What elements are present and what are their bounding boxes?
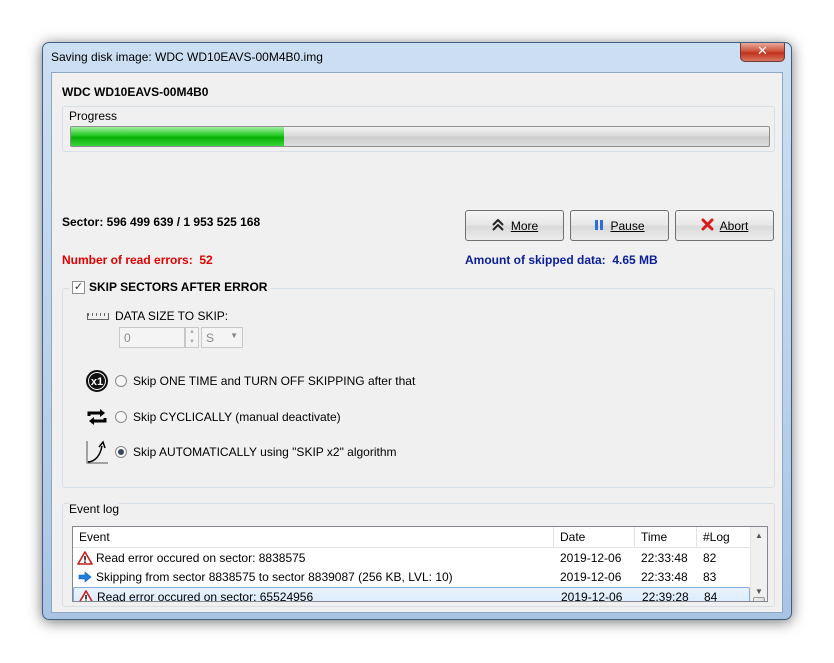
x1-icon: x1 bbox=[85, 369, 109, 393]
window-title: Saving disk image: WDC WD10EAVS-00M4B0.i… bbox=[51, 50, 323, 64]
spin-up-icon[interactable]: ▲ bbox=[186, 328, 198, 338]
cycle-icon bbox=[85, 405, 109, 429]
progress-bar bbox=[70, 126, 770, 147]
read-errors-value: 52 bbox=[199, 253, 213, 267]
skipped-data-readout: Amount of skipped data: 4.65 MB bbox=[465, 253, 658, 267]
chevron-down-icon: ▼ bbox=[230, 331, 238, 340]
event-log-table[interactable]: Event Date Time #Log Read error occured … bbox=[72, 526, 768, 602]
scroll-down-icon[interactable]: ▼ bbox=[751, 584, 767, 600]
progress-bar-fill bbox=[71, 127, 284, 146]
double-chevron-up-icon bbox=[491, 218, 505, 233]
progress-label: Progress bbox=[69, 109, 118, 123]
close-button[interactable]: ✕ bbox=[740, 43, 785, 62]
unit-select[interactable]: S ▼ bbox=[201, 327, 243, 348]
skipped-data-value: 4.65 MB bbox=[612, 253, 658, 267]
pause-button-label: Pause bbox=[610, 218, 645, 233]
column-header-event[interactable]: Event bbox=[73, 527, 554, 548]
table-row[interactable]: Read error occured on sector: 65524956 20… bbox=[73, 587, 750, 602]
skip-sectors-label: SKIP SECTORS AFTER ERROR bbox=[89, 280, 268, 294]
cell-time: 22:39:28 bbox=[642, 590, 689, 602]
more-button-label: More bbox=[510, 218, 539, 233]
unit-select-value: S bbox=[206, 331, 215, 345]
red-x-icon bbox=[701, 218, 714, 233]
skipped-data-label: Amount of skipped data: bbox=[465, 253, 606, 267]
warning-icon bbox=[77, 551, 93, 565]
cell-log: 83 bbox=[703, 570, 717, 584]
abort-button-label: Abort bbox=[719, 218, 749, 233]
skip-option-automatically[interactable]: Skip AUTOMATICALLY using "SKIP x2" algor… bbox=[85, 440, 397, 464]
column-header-date[interactable]: Date bbox=[554, 527, 635, 548]
data-size-row: DATA SIZE TO SKIP: bbox=[87, 309, 228, 323]
skip-option-cyclically-radio[interactable] bbox=[115, 411, 127, 423]
dialog-client-area: WDC WD10EAVS-00M4B0 Progress Sector: 596… bbox=[51, 72, 783, 613]
cell-date: 2019-12-06 bbox=[560, 551, 622, 565]
cell-date: 2019-12-06 bbox=[561, 590, 623, 602]
more-button[interactable]: More bbox=[465, 210, 564, 241]
skip-option-one-time-radio[interactable] bbox=[115, 375, 127, 387]
event-log-label: Event log bbox=[69, 502, 120, 516]
read-errors-readout: Number of read errors: 52 bbox=[62, 253, 213, 267]
ruler-icon bbox=[87, 312, 109, 320]
pause-button[interactable]: Pause bbox=[570, 210, 669, 241]
skip-sectors-header[interactable]: ✓ SKIP SECTORS AFTER ERROR bbox=[69, 280, 271, 294]
skip-option-cyclically-label: Skip CYCLICALLY (manual deactivate) bbox=[133, 410, 341, 424]
cell-event: Read error occured on sector: 65524956 bbox=[97, 590, 314, 602]
dialog-window: Saving disk image: WDC WD10EAVS-00M4B0.i… bbox=[42, 42, 792, 620]
skip-option-cyclically[interactable]: Skip CYCLICALLY (manual deactivate) bbox=[85, 405, 341, 429]
column-header-log[interactable]: #Log bbox=[697, 527, 750, 548]
pause-icon bbox=[594, 219, 604, 233]
title-bar[interactable]: Saving disk image: WDC WD10EAVS-00M4B0.i… bbox=[43, 43, 791, 71]
spin-down-icon[interactable]: ▼ bbox=[186, 338, 198, 348]
event-log-scrollbar[interactable]: ▲ ▼ bbox=[750, 527, 767, 601]
progress-group: Progress bbox=[62, 106, 775, 152]
table-row[interactable]: Skipping from sector 8838575 to sector 8… bbox=[73, 568, 750, 587]
cell-date: 2019-12-06 bbox=[560, 570, 622, 584]
event-log-header: Event Date Time #Log bbox=[73, 527, 750, 548]
sector-readout: Sector: 596 499 639 / 1 953 525 168 bbox=[62, 215, 261, 229]
device-name: WDC WD10EAVS-00M4B0 bbox=[62, 85, 209, 99]
skip-option-one-time-label: Skip ONE TIME and TURN OFF SKIPPING afte… bbox=[133, 374, 416, 388]
cell-time: 22:33:48 bbox=[641, 551, 688, 565]
warning-icon bbox=[78, 590, 94, 601]
cell-event: Skipping from sector 8838575 to sector 8… bbox=[96, 570, 453, 584]
skip-option-automatically-label: Skip AUTOMATICALLY using "SKIP x2" algor… bbox=[133, 445, 397, 459]
read-errors-label: Number of read errors: bbox=[62, 253, 193, 267]
skip-option-one-time[interactable]: x1 Skip ONE TIME and TURN OFF SKIPPING a… bbox=[85, 369, 415, 393]
curve-graph-icon bbox=[85, 440, 109, 464]
skip-option-automatically-radio[interactable] bbox=[115, 446, 127, 458]
skip-sectors-group: ✓ SKIP SECTORS AFTER ERROR DATA SIZE TO … bbox=[62, 280, 775, 488]
column-header-time[interactable]: Time bbox=[635, 527, 697, 548]
cell-time: 22:33:48 bbox=[641, 570, 688, 584]
data-size-spinner[interactable]: ▲ ▼ bbox=[185, 327, 199, 348]
scroll-up-icon[interactable]: ▲ bbox=[751, 528, 767, 544]
skip-sectors-checkbox[interactable]: ✓ bbox=[72, 280, 85, 294]
data-size-input[interactable]: 0 bbox=[119, 327, 185, 348]
table-row[interactable]: Read error occured on sector: 8838575 201… bbox=[73, 549, 750, 568]
cell-log: 82 bbox=[703, 551, 717, 565]
arrow-right-icon bbox=[78, 571, 92, 583]
data-size-label: DATA SIZE TO SKIP: bbox=[115, 309, 229, 323]
cell-event: Read error occured on sector: 8838575 bbox=[96, 551, 306, 565]
abort-button[interactable]: Abort bbox=[675, 210, 774, 241]
cell-log: 84 bbox=[704, 590, 718, 602]
